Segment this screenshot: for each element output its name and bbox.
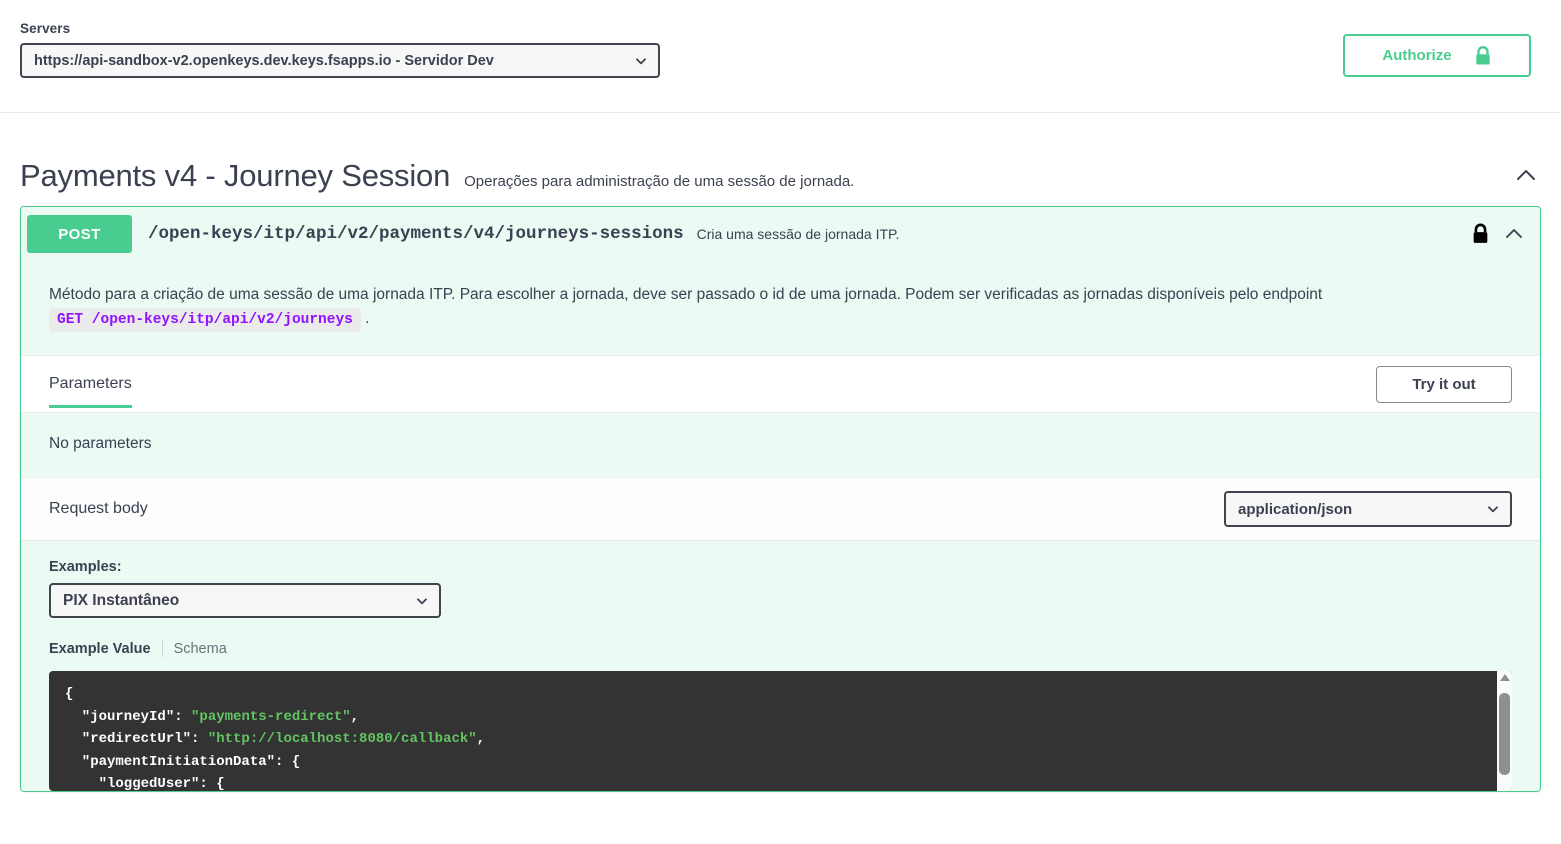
example-select[interactable]: PIX Instantâneo xyxy=(49,583,441,619)
scrollbar-thumb[interactable] xyxy=(1499,693,1510,776)
authorize-button[interactable]: Authorize xyxy=(1343,34,1531,77)
content-type-select[interactable]: application/json xyxy=(1224,491,1512,528)
try-it-out-button[interactable]: Try it out xyxy=(1376,365,1512,403)
operation-summary[interactable]: POST /open-keys/itp/api/v2/payments/v4/j… xyxy=(21,207,1540,261)
tag-description: Operações para administração de uma sess… xyxy=(464,172,855,190)
examples-label: Examples: xyxy=(49,559,122,576)
inline-endpoint-code: GET /open-keys/itp/api/v2/journeys xyxy=(49,308,361,333)
operation-description: Método para a criação de uma sessão de u… xyxy=(21,261,1540,355)
tag-section: Payments v4 - Journey Session Operações … xyxy=(0,146,1561,793)
page-title: Payments v4 - Journey Session xyxy=(20,158,451,193)
lock-icon xyxy=(1474,45,1492,66)
operation-tabs-row: Parameters Try it out xyxy=(21,355,1540,413)
example-code-text: { "journeyId": "payments-redirect", "red… xyxy=(65,686,486,792)
servers-label: Servers xyxy=(20,21,71,36)
example-code-block[interactable]: { "journeyId": "payments-redirect", "red… xyxy=(49,671,1512,792)
tab-parameters[interactable]: Parameters xyxy=(49,356,132,412)
http-method-badge: POST xyxy=(27,215,132,253)
operation-summary-controls xyxy=(1471,222,1532,246)
chevron-up-icon[interactable] xyxy=(1502,222,1526,246)
operation-summary-text: Cria uma sessão de jornada ITP. xyxy=(696,226,900,242)
swagger-ui-page: Servers https://api-sandbox-v2.openkeys.… xyxy=(0,0,1561,844)
operation-path: /open-keys/itp/api/v2/payments/v4/journe… xyxy=(148,224,684,244)
chevron-down-icon xyxy=(1486,502,1498,514)
example-select-value: PIX Instantâneo xyxy=(63,591,180,609)
request-body-label: Request body xyxy=(49,500,148,518)
chevron-down-icon xyxy=(415,594,427,606)
tag-header[interactable]: Payments v4 - Journey Session Operações … xyxy=(20,146,1541,206)
code-scrollbar[interactable] xyxy=(1497,671,1512,792)
operation-description-tail: . xyxy=(365,310,370,328)
authorize-button-label: Authorize xyxy=(1382,47,1452,64)
server-select[interactable]: https://api-sandbox-v2.openkeys.dev.keys… xyxy=(20,43,660,78)
chevron-up-icon[interactable] xyxy=(1511,160,1541,190)
operation-body: Método para a criação de uma sessão de u… xyxy=(21,261,1540,792)
tab-schema[interactable]: Schema xyxy=(174,641,227,657)
examples-section: Examples: PIX Instantâneo Example Value … xyxy=(21,541,1540,792)
server-select-value: https://api-sandbox-v2.openkeys.dev.keys… xyxy=(34,52,494,69)
operation-description-text: Método para a criação de uma sessão de u… xyxy=(49,286,1323,303)
request-body-row: Request body application/json xyxy=(21,477,1540,542)
tab-example-value[interactable]: Example Value xyxy=(49,641,151,657)
content-type-value: application/json xyxy=(1238,500,1353,518)
operation-block: POST /open-keys/itp/api/v2/payments/v4/j… xyxy=(20,206,1541,793)
servers-bar: Servers https://api-sandbox-v2.openkeys.… xyxy=(0,0,1561,113)
no-parameters-text: No parameters xyxy=(21,412,1540,478)
example-value-tabs: Example Value Schema xyxy=(49,640,1512,658)
tab-divider xyxy=(161,640,163,658)
chevron-down-icon xyxy=(634,54,646,66)
scroll-up-arrow-icon[interactable] xyxy=(1499,674,1510,682)
lock-icon[interactable] xyxy=(1471,223,1490,245)
